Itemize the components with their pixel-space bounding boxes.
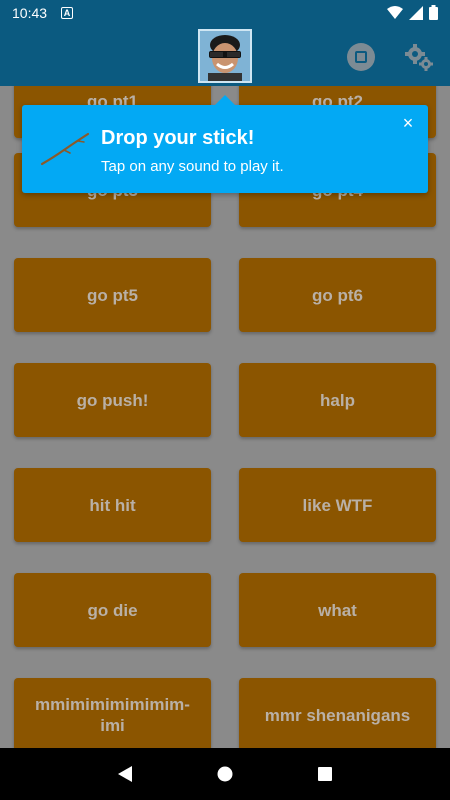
sound-button[interactable]: what bbox=[239, 573, 436, 647]
home-icon bbox=[217, 766, 233, 782]
sound-button[interactable]: go pt6 bbox=[239, 258, 436, 332]
tooltip-title: Drop your stick! bbox=[101, 127, 255, 149]
onboarding-tooltip: Drop your stick! Tap on any sound to pla… bbox=[22, 95, 428, 193]
recents-button[interactable] bbox=[310, 759, 340, 789]
status-bar: 10:43 A bbox=[0, 0, 450, 25]
stick-icon bbox=[40, 132, 90, 166]
status-time: 10:43 bbox=[12, 4, 48, 21]
stop-icon bbox=[355, 51, 367, 63]
close-icon[interactable]: × bbox=[400, 114, 416, 132]
battery-icon bbox=[429, 5, 438, 20]
notification-a-icon: A bbox=[61, 6, 74, 19]
recents-icon bbox=[318, 767, 332, 781]
status-icons bbox=[387, 5, 438, 20]
back-icon bbox=[118, 766, 132, 782]
sound-button[interactable]: halp bbox=[239, 363, 436, 437]
sound-button[interactable]: hit hit bbox=[14, 468, 211, 542]
tooltip-arrow bbox=[215, 95, 235, 105]
sound-button[interactable]: go push! bbox=[14, 363, 211, 437]
tooltip-body: Tap on any sound to play it. bbox=[101, 158, 284, 175]
avatar[interactable] bbox=[198, 29, 252, 83]
sound-button[interactable]: go die bbox=[14, 573, 211, 647]
sound-button[interactable]: mmr shenanigans bbox=[239, 678, 436, 748]
settings-button[interactable] bbox=[403, 41, 435, 73]
avatar-face-icon bbox=[200, 31, 250, 81]
wifi-icon bbox=[387, 5, 403, 19]
back-button[interactable] bbox=[110, 759, 140, 789]
sound-button[interactable]: go pt5 bbox=[14, 258, 211, 332]
sound-button[interactable]: like WTF bbox=[239, 468, 436, 542]
system-nav-bar bbox=[0, 748, 450, 800]
signal-icon bbox=[409, 5, 423, 20]
sound-button[interactable]: mmimimimimimim-imi bbox=[14, 678, 211, 748]
gear-icon bbox=[405, 44, 433, 71]
home-button[interactable] bbox=[210, 759, 240, 789]
stop-button[interactable] bbox=[347, 43, 375, 71]
app-bar bbox=[0, 25, 450, 86]
